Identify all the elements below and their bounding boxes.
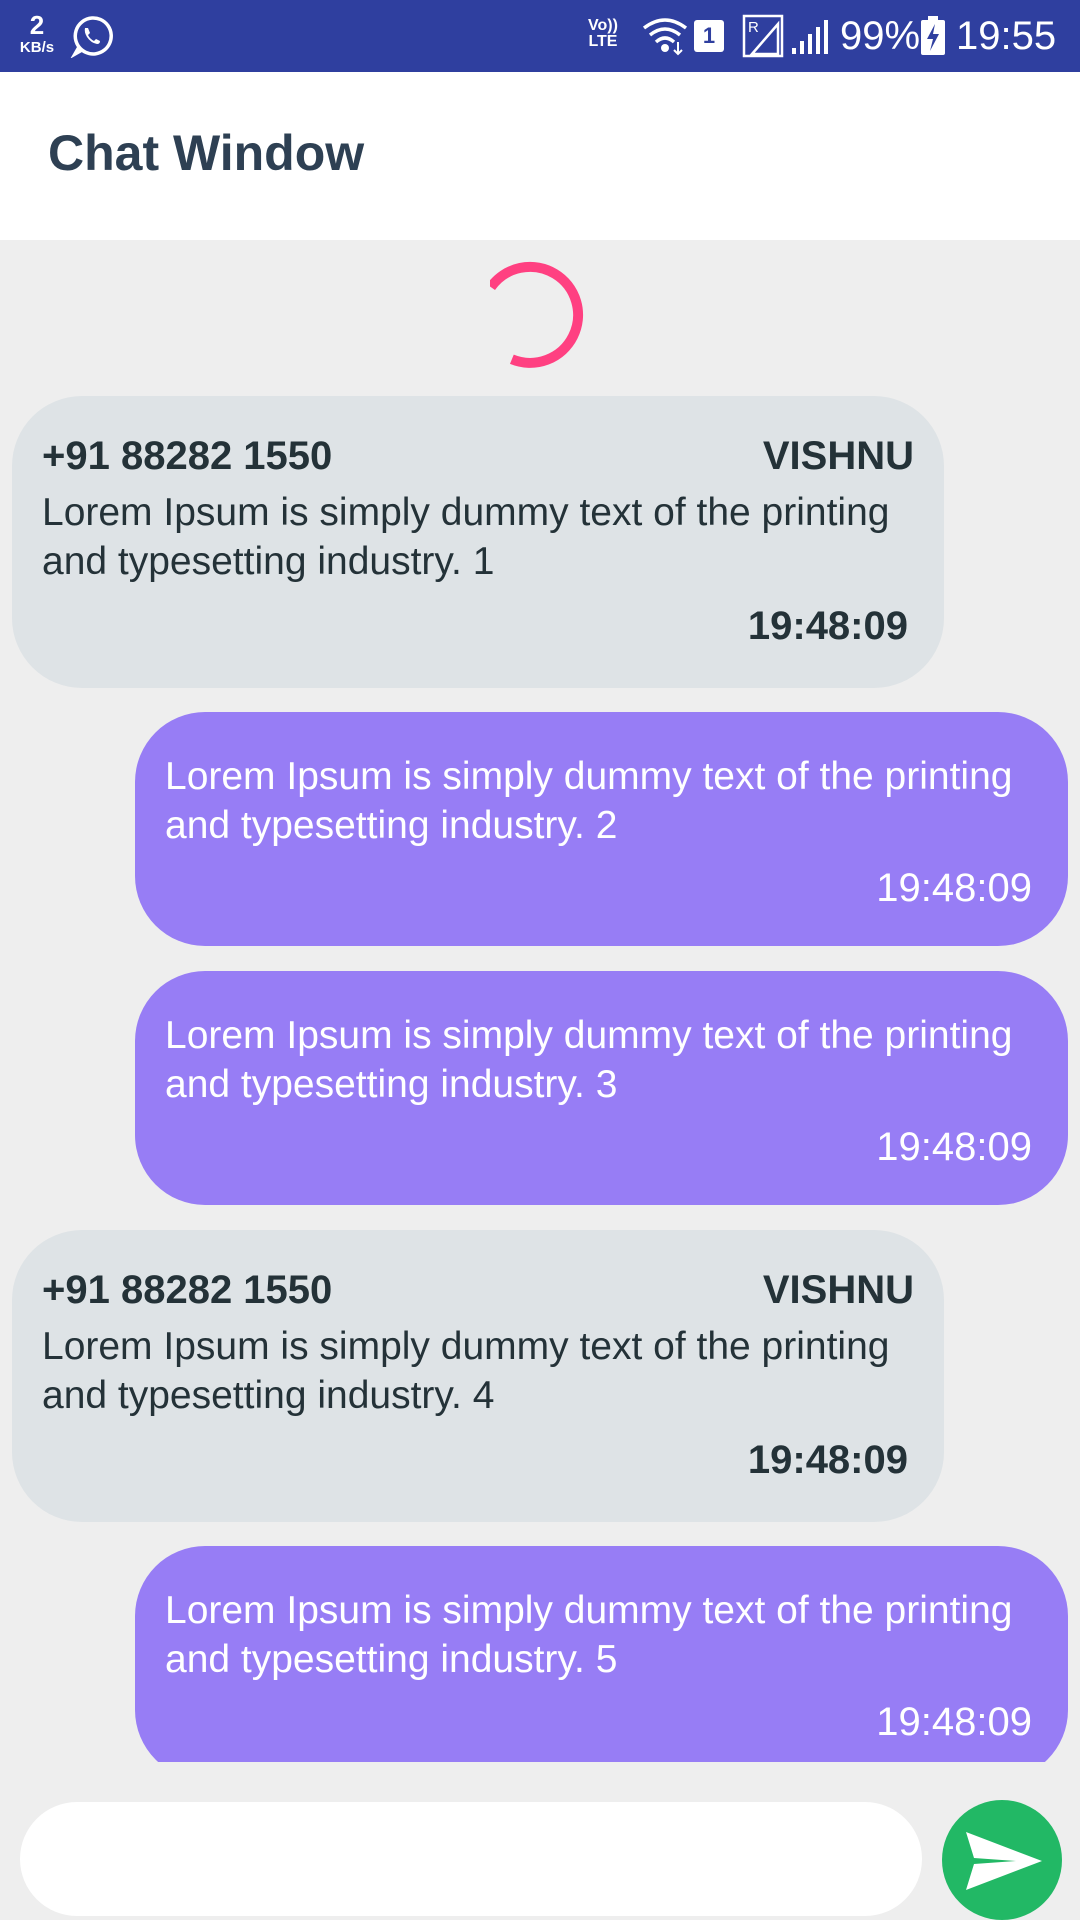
roaming-signal-icon: R (742, 14, 784, 58)
whatsapp-icon (70, 16, 113, 58)
sender-name: VISHNU (762, 434, 914, 478)
sim-slot-badge: 1 (694, 20, 724, 52)
message-text: Lorem Ipsum is simply dummy text of the … (165, 1589, 1013, 1681)
sender-name: VISHNU (762, 1268, 914, 1312)
sender-phone: +91 88282 1550 (42, 1268, 333, 1312)
sender-phone: +91 88282 1550 (42, 434, 333, 478)
volte-indicator: Vo)) LTE (588, 18, 618, 50)
message-text: Lorem Ipsum is simply dummy text of the … (165, 755, 1013, 847)
message-text: Lorem Ipsum is simply dummy text of the … (42, 491, 890, 583)
battery-charging-icon (921, 16, 945, 55)
wifi-icon (642, 18, 688, 56)
network-speed-unit: KB/s (19, 39, 55, 56)
send-button[interactable] (942, 1800, 1062, 1920)
page-title: Chat Window (48, 125, 365, 181)
send-icon (966, 1832, 1042, 1890)
status-time: 19:55 (956, 14, 1057, 58)
volte-bottom-label: LTE (588, 33, 618, 50)
incoming-message[interactable]: +91 88282 1550 VISHNU Lorem Ipsum is sim… (12, 396, 944, 688)
outgoing-message[interactable]: Lorem Ipsum is simply dummy text of the … (135, 712, 1068, 946)
svg-text:R: R (748, 19, 759, 36)
message-time: 19:48:09 (876, 1700, 1032, 1744)
message-text: Lorem Ipsum is simply dummy text of the … (165, 1014, 1013, 1106)
network-speed-indicator: 2 KB/s (16, 12, 58, 55)
incoming-message[interactable]: +91 88282 1550 VISHNU Lorem Ipsum is sim… (12, 1230, 944, 1522)
message-input[interactable] (20, 1802, 922, 1916)
message-time: 19:48:09 (876, 866, 1032, 910)
message-list[interactable]: +91 88282 1550 VISHNU Lorem Ipsum is sim… (0, 240, 1080, 1762)
network-speed-value: 2 (29, 10, 45, 40)
volte-top-label: Vo)) (588, 17, 618, 34)
message-time: 19:48:09 (747, 604, 908, 648)
message-text: Lorem Ipsum is simply dummy text of the … (42, 1325, 890, 1417)
message-time: 19:48:09 (747, 1438, 908, 1482)
battery-percent: 99% (840, 14, 921, 58)
signal-icon (792, 20, 828, 54)
outgoing-message[interactable]: Lorem Ipsum is simply dummy text of the … (135, 1546, 1068, 1762)
message-time: 19:48:09 (876, 1125, 1032, 1169)
app-bar: Chat Window (0, 72, 1080, 240)
outgoing-message[interactable]: Lorem Ipsum is simply dummy text of the … (135, 971, 1068, 1205)
status-bar: 2 KB/s Vo)) LTE 1 R 99% 19:55 (0, 0, 1080, 72)
